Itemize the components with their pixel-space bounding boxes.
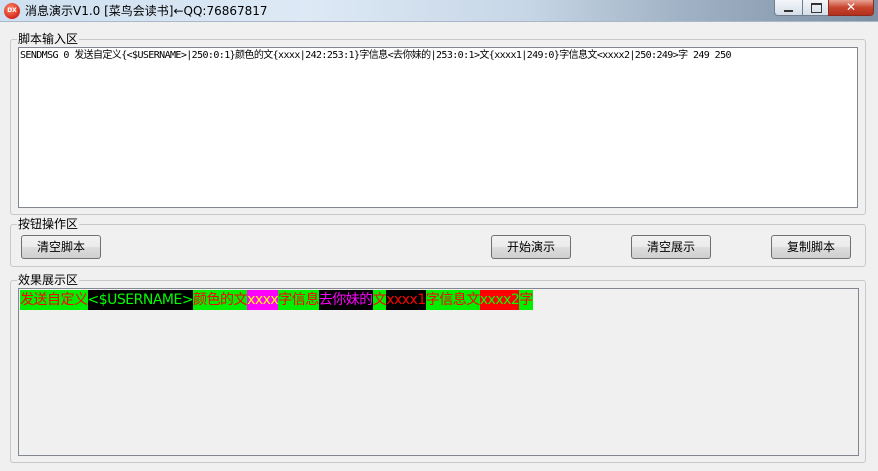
message-segment: 去你妹的 (318, 290, 373, 310)
app-icon[interactable]: DX (4, 3, 20, 19)
message-segment: xxxx (247, 290, 279, 310)
clear-display-button[interactable]: 清空展示 (631, 235, 711, 259)
close-icon: ✕ (845, 0, 857, 14)
message-segment: 颜色的文 (193, 290, 248, 310)
message-segment: xxxx1 (386, 290, 426, 310)
message-segment: 字 (519, 290, 533, 310)
message-segment: 字信息文 (425, 290, 480, 310)
display-group-label: 效果展示区 (17, 273, 80, 287)
display-area: 发送自定义<$USERNAME>颜色的文xxxx字信息去你妹的文xxxx1字信息… (18, 288, 859, 456)
minimize-button[interactable] (774, 0, 803, 16)
message-segment: <$USERNAME> (87, 290, 194, 310)
window-title: 消息演示V1.0 [菜鸟会读书]←QQ:76867817 (25, 4, 268, 18)
message-segment: xxxx2 (479, 290, 520, 310)
script-input-textarea[interactable]: SENDMSG 0 发送自定义{<$USERNAME>|250:0:1}颜色的文… (18, 47, 858, 208)
message-segment: 字信息 (278, 290, 319, 310)
start-demo-button[interactable]: 开始演示 (491, 235, 571, 259)
script-input-group-label: 脚本输入区 (17, 32, 80, 46)
display-message-line: 发送自定义<$USERNAME>颜色的文xxxx字信息去你妹的文xxxx1字信息… (20, 290, 533, 310)
button-group-label: 按钮操作区 (17, 217, 80, 231)
message-segment: 文 (372, 290, 387, 310)
button-group: 按钮操作区 (10, 217, 866, 267)
title-bar[interactable]: DX 消息演示V1.0 [菜鸟会读书]←QQ:76867817 ✕ (0, 0, 878, 22)
message-segment: 发送自定义 (20, 290, 88, 310)
maximize-button[interactable] (802, 0, 829, 16)
close-button[interactable]: ✕ (828, 0, 874, 16)
clear-script-button[interactable]: 清空脚本 (21, 235, 101, 259)
copy-script-button[interactable]: 复制脚本 (771, 235, 851, 259)
